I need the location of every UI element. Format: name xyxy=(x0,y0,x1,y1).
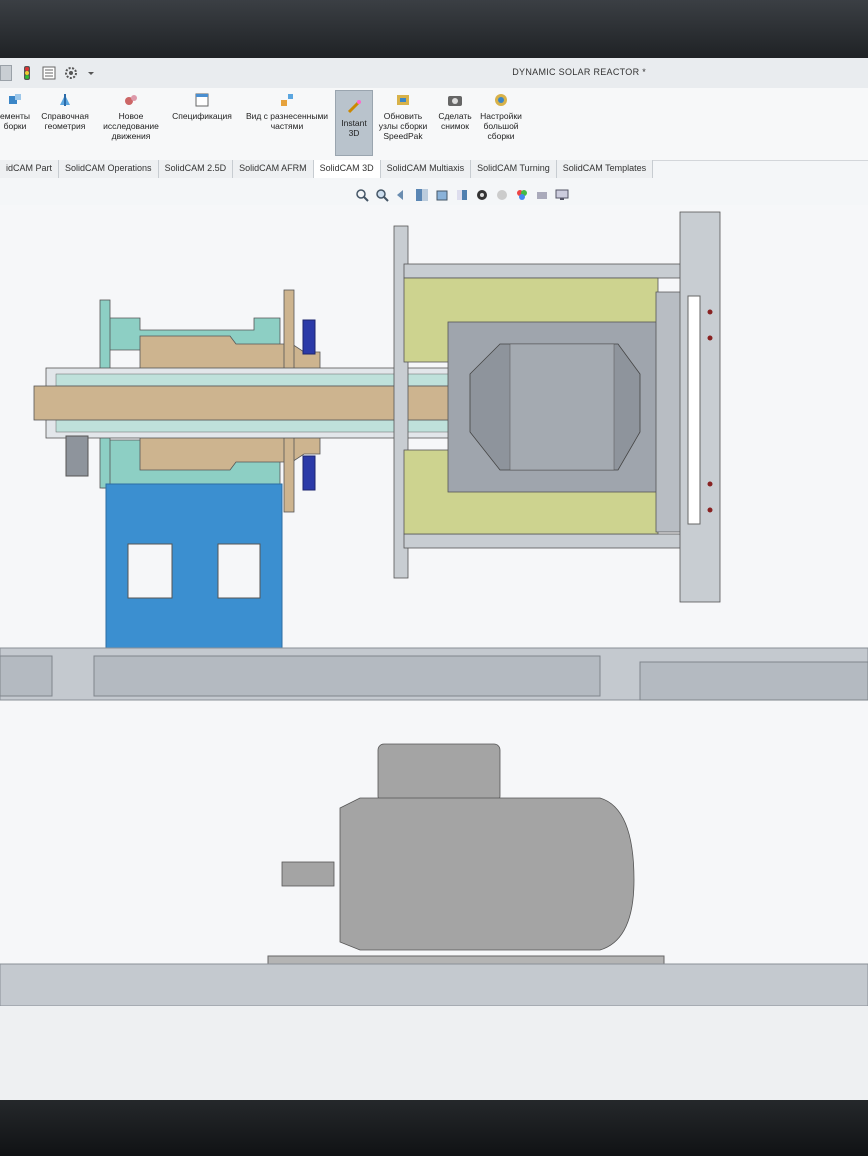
monitor-bezel-top xyxy=(0,0,868,62)
motor-body xyxy=(339,797,635,951)
graphics-area[interactable] xyxy=(0,58,868,1110)
shaft-end-cap xyxy=(65,435,89,477)
window-glass xyxy=(687,295,701,525)
bolt-top xyxy=(302,319,316,355)
lower-beam xyxy=(0,963,868,1007)
terminal-box xyxy=(377,743,501,803)
solidworks-window: DYNAMIC SOLAR REACTOR * ементы борки Спр… xyxy=(0,58,868,1110)
frame-beam xyxy=(0,647,868,701)
base-window-right xyxy=(217,543,261,599)
base-window-left xyxy=(127,543,173,599)
bolt-bottom xyxy=(302,455,316,491)
monitor-bezel-bottom xyxy=(0,1100,868,1156)
motor-shaft xyxy=(281,861,335,887)
